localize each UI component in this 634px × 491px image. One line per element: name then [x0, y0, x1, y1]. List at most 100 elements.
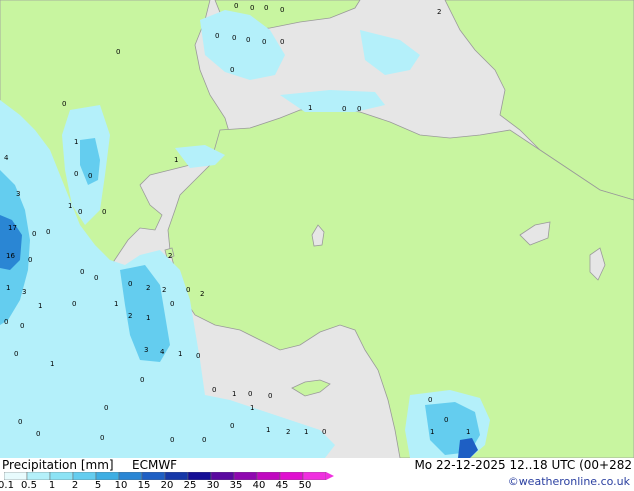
value-label: 17 [8, 224, 17, 232]
value-label: 0 [444, 416, 448, 424]
value-label: 0 [28, 256, 32, 264]
value-label: 0 [280, 6, 284, 14]
value-label: 0 [94, 274, 98, 282]
value-label: 3 [144, 346, 148, 354]
value-label: 1 [178, 350, 182, 358]
value-label: 0 [102, 208, 106, 216]
value-label: 3 [16, 190, 20, 198]
color-scale-segment [210, 472, 235, 480]
value-label: 2 [128, 312, 132, 320]
value-label: 0 [36, 430, 40, 438]
value-label: 1 [146, 314, 150, 322]
color-scale-segment [187, 472, 212, 480]
color-scale-segment [49, 472, 74, 480]
value-label: 1 [6, 284, 10, 292]
value-label: 16 [6, 252, 15, 260]
color-scale-bar [4, 472, 334, 480]
value-label: 0 [4, 318, 8, 326]
color-scale-segment [26, 472, 51, 480]
value-label: 0 [104, 404, 108, 412]
value-label: 0 [62, 100, 66, 108]
value-label: 1 [250, 404, 254, 412]
color-scale-segment [4, 472, 28, 480]
value-label: 0 [170, 300, 174, 308]
value-label: 1 [68, 202, 72, 210]
value-label: 1 [308, 104, 312, 112]
color-scale-segment [72, 472, 97, 480]
value-label: 0 [212, 386, 216, 394]
color-scale-tick-label: 35 [229, 480, 243, 491]
credit-link[interactable]: ©weatheronline.co.uk [508, 475, 630, 488]
color-scale-tick-label: 15 [137, 480, 151, 491]
value-label: 3 [22, 288, 26, 296]
forecast-datetime: Mo 22-12-2025 12..18 UTC (00+282 [414, 458, 632, 472]
value-label: 2 [437, 8, 441, 16]
value-label: 0 [100, 434, 104, 442]
color-scale-tick-label: 0.5 [21, 480, 37, 491]
value-label: 0 [72, 300, 76, 308]
value-label: 0 [234, 2, 238, 10]
color-scale-segment [118, 472, 143, 480]
value-label: 0 [268, 392, 272, 400]
value-label: 0 [196, 352, 200, 360]
value-label: 0 [264, 4, 268, 12]
legend-footer: Precipitation [mm] ECMWF Mo 22-12-2025 1… [0, 458, 634, 491]
color-scale-tick-label: 30 [206, 480, 220, 491]
color-scale-tick-label: 40 [252, 480, 266, 491]
value-label: 2 [286, 428, 290, 436]
value-label: 1 [50, 360, 54, 368]
value-label: 0 [78, 208, 82, 216]
value-label: 0 [248, 390, 252, 398]
value-label: 0 [18, 418, 22, 426]
color-scale-arrow [326, 472, 334, 480]
value-label: 0 [230, 422, 234, 430]
value-label: 0 [232, 34, 236, 42]
color-scale-tick-label: 50 [298, 480, 312, 491]
value-label: 1 [266, 426, 270, 434]
value-label: 1 [304, 428, 308, 436]
color-scale-tick-label: 0.1 [0, 480, 14, 491]
color-scale-segment [302, 472, 327, 480]
value-label: 0 [46, 228, 50, 236]
value-label: 1 [232, 390, 236, 398]
value-label: 0 [215, 32, 219, 40]
value-label: 0 [186, 286, 190, 294]
value-label: 0 [116, 48, 120, 56]
color-scale-tick-label: 10 [114, 480, 128, 491]
color-scale-tick-label: 25 [183, 480, 197, 491]
value-label: 1 [430, 428, 434, 436]
color-scale-segment [233, 472, 258, 480]
value-label: 2 [200, 290, 204, 298]
color-scale-segment [256, 472, 281, 480]
legend-title: Precipitation [mm] [2, 458, 114, 472]
color-scale-tick-label: 20 [160, 480, 174, 491]
value-label: 1 [174, 156, 178, 164]
value-label: 0 [74, 170, 78, 178]
value-label: 0 [342, 105, 346, 113]
value-label: 0 [322, 428, 326, 436]
precipitation-map: 0 0 0 0 2 0 0 0 0 0 0 0 1 0 0 1 0 1 0 4 … [0, 0, 634, 458]
value-label: 2 [168, 252, 172, 260]
color-scale-ticks: 0.1 0.5 1 2 5 10 15 20 25 30 35 40 45 50 [0, 480, 324, 491]
value-label: 0 [280, 38, 284, 46]
color-scale-segment [164, 472, 189, 480]
value-label: 0 [140, 376, 144, 384]
color-scale-tick-label: 5 [94, 480, 102, 491]
value-label: 0 [250, 4, 254, 12]
value-label: 1 [114, 300, 118, 308]
value-label: 4 [160, 348, 165, 356]
model-name: ECMWF [132, 458, 178, 472]
color-scale-tick-label: 45 [275, 480, 289, 491]
value-label: 0 [80, 268, 84, 276]
value-label: 1 [38, 302, 42, 310]
color-scale-segment [95, 472, 120, 480]
value-label: 2 [146, 284, 150, 292]
value-label: 0 [32, 230, 36, 238]
value-label: 0 [428, 396, 432, 404]
value-label: 4 [4, 154, 9, 162]
value-label: 0 [230, 66, 234, 74]
value-label: 0 [88, 172, 92, 180]
color-scale-segment [279, 472, 304, 480]
value-label: 0 [202, 436, 206, 444]
color-scale-segment [141, 472, 166, 480]
